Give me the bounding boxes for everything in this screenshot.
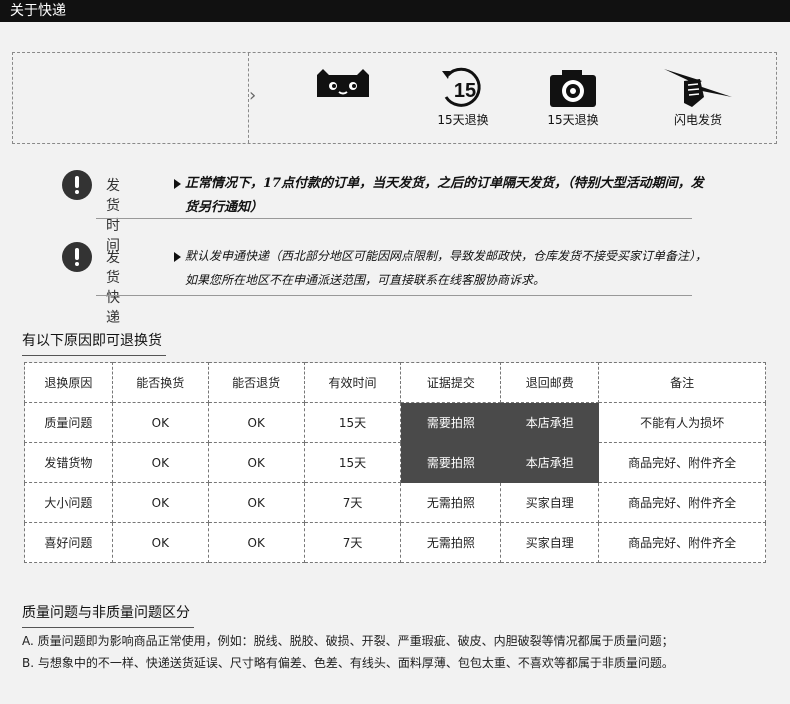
table-cell: 买家自理 xyxy=(500,482,600,523)
table-cell: 喜好问题 xyxy=(24,522,113,563)
table-cell: 质量问题 xyxy=(24,402,113,443)
badge-camera: 15天退换 xyxy=(533,67,613,128)
table-cell: 买家自理 xyxy=(500,522,600,563)
badge-lightning-label: 闪电发货 xyxy=(673,113,722,127)
table-header-cell: 证据提交 xyxy=(400,362,502,403)
table-cell: 7天 xyxy=(303,482,402,523)
exclamation-icon xyxy=(62,170,92,200)
badge-camera-label: 15天退换 xyxy=(547,113,599,127)
chevron-right-icon: › xyxy=(249,85,257,106)
badge-tmall xyxy=(303,67,383,105)
table-header-row: 退换原因 能否换货 能否退货 有效时间 证据提交 退回邮费 备注 xyxy=(24,362,766,403)
camera-icon xyxy=(550,70,596,107)
table-cell: OK xyxy=(111,442,209,483)
table-cell: 商品完好、附件齐全 xyxy=(598,522,766,563)
shipping-time-line2: 货另行通知） xyxy=(185,200,264,215)
table-header-cell: 退换原因 xyxy=(24,362,113,403)
service-badges: › 15 15天退换 15天退换 闪电发货 xyxy=(12,52,777,144)
table-cell: 无需拍照 xyxy=(400,522,502,563)
quality-note-b: B. 与想象中的不一样、快递送货延误、尺寸略有偏差、色差、有线头、面料厚薄、包包… xyxy=(22,656,674,670)
table-header-cell: 有效时间 xyxy=(303,362,402,403)
exclamation-icon xyxy=(62,242,92,272)
table-row: 喜好问题 OK OK 7天 无需拍照 买家自理 商品完好、附件齐全 xyxy=(24,522,766,563)
return-title-underline xyxy=(22,355,166,356)
quality-section-title: 质量问题与非质量问题区分 xyxy=(22,602,194,628)
badge-lightning: 闪电发货 xyxy=(658,67,738,128)
table-cell: 无需拍照 xyxy=(400,482,502,523)
table-row: 发错货物 OK OK 15天 需要拍照 本店承担 商品完好、附件齐全 xyxy=(24,442,766,483)
shipping-courier-text: 默认发申通快递（西北部分地区可能因网点限制，导致发邮政快，仓库发货不接受买家订单… xyxy=(174,244,707,292)
table-cell: OK xyxy=(207,442,305,483)
shipping-courier-line2: 如果您所在地区不在申通派送范围，可直接联系在线客服协商诉求。 xyxy=(185,273,546,287)
quality-section-title-text: 质量问题与非质量问题区分 xyxy=(22,605,190,621)
table-cell: 15天 xyxy=(303,442,402,483)
shipping-courier-label: 发货快递 xyxy=(106,250,120,326)
table-cell: 商品完好、附件齐全 xyxy=(598,482,766,523)
shipping-time-text: 正常情况下，17点付款的订单，当天发货，之后的订单隔天发货，（特别大型活动期间，… xyxy=(174,172,704,220)
shipping-time-label: 发货时间 xyxy=(106,178,120,254)
table-cell: 商品完好、附件齐全 xyxy=(598,442,766,483)
table-cell: OK xyxy=(207,402,305,443)
triangle-right-icon xyxy=(174,178,181,189)
svg-text:15: 15 xyxy=(454,80,476,102)
table-cell-highlight: 需要拍照 xyxy=(400,442,502,483)
table-cell: OK xyxy=(111,402,209,443)
table-header-cell: 备注 xyxy=(598,362,766,403)
table-header-cell: 退回邮费 xyxy=(500,362,600,403)
table-cell: OK xyxy=(207,522,305,563)
lightning-fist-icon xyxy=(664,69,732,107)
quality-title-underline xyxy=(22,627,194,628)
table-cell: 大小问题 xyxy=(24,482,113,523)
table-cell: 不能有人为损坏 xyxy=(598,402,766,443)
triangle-right-icon xyxy=(174,251,181,262)
badge-15-day-return: 15 15天退换 xyxy=(423,67,503,128)
shipping-time-divider xyxy=(96,218,692,219)
header-bar: 关于快递 xyxy=(0,0,790,22)
table-cell: 15天 xyxy=(303,402,402,443)
return-section-title: 有以下原因即可退换货 xyxy=(22,330,166,356)
table-cell: OK xyxy=(207,482,305,523)
table-cell: OK xyxy=(111,482,209,523)
table-cell: OK xyxy=(111,522,209,563)
quality-notes: A. 质量问题即为影响商品正常使用，例如：脱线、脱胶、破损、开裂、严重瑕疵、破皮… xyxy=(22,630,674,674)
return-section-title-text: 有以下原因即可退换货 xyxy=(22,333,162,349)
table-cell: 7天 xyxy=(303,522,402,563)
table-row: 质量问题 OK OK 15天 需要拍照 本店承担 不能有人为损坏 xyxy=(24,402,766,443)
header-title: 关于快递 xyxy=(10,3,66,19)
table-header-cell: 能否换货 xyxy=(111,362,209,403)
shipping-courier-divider xyxy=(96,295,692,296)
shipping-time-line1: 正常情况下，17点付款的订单，当天发货，之后的订单隔天发货，（特别大型活动期间，… xyxy=(185,176,704,191)
quality-note-a: A. 质量问题即为影响商品正常使用，例如：脱线、脱胶、破损、开裂、严重瑕疵、破皮… xyxy=(22,634,674,648)
table-cell-highlight: 本店承担 xyxy=(500,442,600,483)
return-policy-table: 退换原因 能否换货 能否退货 有效时间 证据提交 退回邮费 备注 质量问题 OK… xyxy=(24,362,766,563)
table-cell-highlight: 需要拍照 xyxy=(400,402,502,443)
tmall-cat-icon xyxy=(317,69,369,97)
table-header-cell: 能否退货 xyxy=(207,362,305,403)
shipping-courier-line1: 默认发申通快递（西北部分地区可能因网点限制，导致发邮政快，仓库发货不接受买家订单… xyxy=(185,249,708,263)
table-cell-highlight: 本店承担 xyxy=(500,402,600,443)
table-cell: 发错货物 xyxy=(24,442,113,483)
table-row: 大小问题 OK OK 7天 无需拍照 买家自理 商品完好、附件齐全 xyxy=(24,482,766,523)
fifteen-day-return-icon: 15 xyxy=(442,67,481,107)
badge-15-day-label: 15天退换 xyxy=(437,113,489,127)
